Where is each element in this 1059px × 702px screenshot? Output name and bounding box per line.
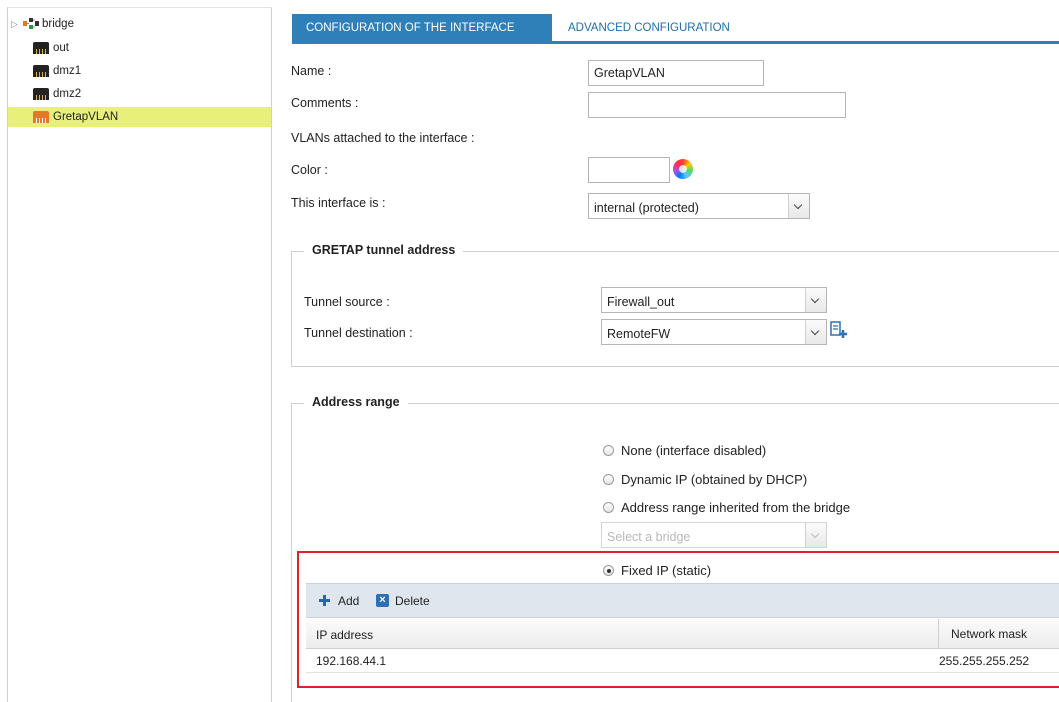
gretap-tunnel-legend: GRETAP tunnel address (304, 243, 464, 257)
ethernet-port-icon (33, 88, 49, 100)
bridge-icon (23, 18, 39, 29)
tunnel-destination-label: Tunnel destination : (304, 326, 413, 340)
comments-field[interactable] (588, 92, 846, 118)
radio-label: Dynamic IP (obtained by DHCP) (621, 472, 808, 487)
comments-label: Comments : (291, 96, 359, 110)
interface-type-value: internal (protected) (594, 201, 699, 215)
tree-item-bridge[interactable]: ▷ bridge (8, 14, 271, 34)
radio-label: Fixed IP (static) (621, 563, 712, 578)
tab-advanced-configuration[interactable]: ADVANCED CONFIGURATION (554, 14, 744, 41)
tunnel-source-value: Firewall_out (607, 295, 675, 309)
tunnel-destination-value: RemoteFW (607, 327, 671, 341)
name-label: Name : (291, 64, 332, 78)
table-row[interactable]: 192.168.44.1 255.255.255.252 (306, 649, 1059, 673)
ethernet-port-icon (33, 42, 49, 54)
tree-item-dmz1[interactable]: dmz1 (8, 61, 271, 81)
interface-type-select[interactable]: internal (protected) (588, 193, 810, 219)
plus-icon (319, 595, 330, 606)
radio-button[interactable] (603, 474, 614, 485)
radio-button[interactable] (603, 502, 614, 513)
tree-item-label: dmz2 (53, 88, 82, 100)
tree-item-label: out (53, 42, 69, 54)
ip-table-header: IP address Network mask (306, 619, 1059, 649)
column-ip-address[interactable]: IP address (316, 628, 373, 642)
tree-item-label: GretapVLAN (53, 111, 119, 123)
color-label: Color : (291, 163, 328, 177)
tunnel-source-label: Tunnel source : (304, 295, 390, 309)
color-picker-icon[interactable] (673, 159, 693, 179)
add-label: Add (338, 594, 360, 608)
interface-tree: ▷ bridge out dmz1 dmz2 GretapVLAN (7, 7, 272, 702)
chevron-down-icon (788, 194, 809, 218)
bridge-select[interactable]: Select a bridge (601, 522, 827, 548)
vlans-attached-label: VLANs attached to the interface : (291, 131, 475, 145)
chevron-down-icon (805, 288, 826, 312)
column-network-mask[interactable]: Network mask (938, 619, 1027, 648)
tab-configuration[interactable]: CONFIGURATION OF THE INTERFACE (292, 14, 552, 41)
ip-address-cell: 192.168.44.1 (316, 654, 387, 668)
add-object-icon[interactable] (830, 321, 848, 339)
chevron-down-icon (805, 523, 826, 547)
radio-button[interactable] (603, 445, 614, 456)
tree-item-label: bridge (42, 18, 74, 30)
ethernet-port-icon (33, 65, 49, 77)
chevron-down-icon (805, 320, 826, 344)
delete-icon: × (376, 594, 389, 607)
network-mask-cell: 255.255.255.252 (939, 654, 1030, 668)
radio-label: Address range inherited from the bridge (621, 500, 851, 515)
tree-item-dmz2[interactable]: dmz2 (8, 84, 271, 104)
color-field[interactable] (588, 157, 670, 183)
tab-bar: CONFIGURATION OF THE INTERFACE ADVANCED … (292, 14, 1059, 44)
ip-table-toolbar: Add × Delete (306, 583, 1059, 618)
name-field[interactable]: GretapVLAN (588, 60, 764, 86)
tree-item-out[interactable]: out (8, 38, 271, 58)
tree-item-gretapvlan[interactable]: GretapVLAN (8, 107, 271, 127)
bridge-select-placeholder: Select a bridge (607, 530, 691, 544)
tree-item-label: dmz1 (53, 65, 82, 77)
gretap-interface-icon (33, 111, 49, 123)
radio-label: None (interface disabled) (621, 443, 767, 458)
expand-arrow-icon[interactable]: ▷ (11, 14, 18, 34)
address-range-legend: Address range (304, 395, 408, 409)
interface-is-label: This interface is : (291, 196, 386, 210)
tunnel-destination-select[interactable]: RemoteFW (601, 319, 827, 345)
tunnel-source-select[interactable]: Firewall_out (601, 287, 827, 313)
radio-button-checked[interactable] (603, 565, 614, 576)
delete-label: Delete (395, 594, 430, 608)
